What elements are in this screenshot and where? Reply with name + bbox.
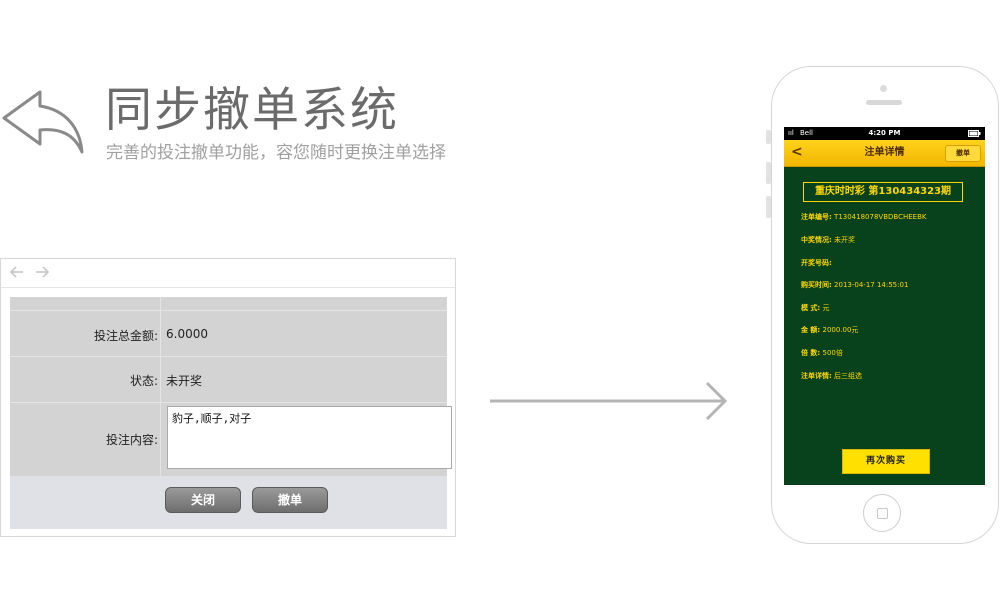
phone-mute-switch xyxy=(766,130,771,144)
detail-key: 金 额: xyxy=(801,326,821,334)
phone-camera xyxy=(880,85,887,92)
detail-key: 倍 数: xyxy=(801,349,821,357)
detail-value: 元 xyxy=(822,304,830,312)
status-value: 未开奖 xyxy=(166,374,203,388)
lottery-title: 重庆时时彩 第130434323期 xyxy=(803,182,963,202)
detail-row: 开奖号码: xyxy=(801,258,832,268)
phone-screen: ııl Bell 4:20 PM < 注单详情 撤单 重庆时时彩 第130434… xyxy=(784,127,985,485)
bet-content-textarea[interactable]: 豹子,顺子,对子 xyxy=(167,406,452,469)
form-row-amount: 投注总金额: 6.0000 xyxy=(10,310,447,357)
detail-key: 模 式: xyxy=(801,304,821,312)
home-button-square xyxy=(877,508,888,519)
browser-toolbar xyxy=(1,259,455,288)
detail-value: 未开奖 xyxy=(834,236,856,244)
browser-back-icon[interactable] xyxy=(9,265,25,279)
close-button[interactable]: 关闭 xyxy=(165,487,241,513)
detail-row: 中奖情况: 未开奖 xyxy=(801,235,855,245)
detail-value: 2013-04-17 14:55:01 xyxy=(834,281,909,289)
browser-window: 投注总金额: 6.0000 状态: 未开奖 投注内容: 豹子,顺子,对子 关闭 … xyxy=(0,258,456,537)
detail-value: 2000.00元 xyxy=(822,326,859,334)
detail-row: 注单详情: 后三组选 xyxy=(801,371,862,381)
detail-key: 注单详情: xyxy=(801,372,832,380)
content-label: 投注内容: xyxy=(105,433,158,447)
detail-row: 模 式: 元 xyxy=(801,303,829,313)
detail-key: 购买时间: xyxy=(801,281,832,289)
detail-row: 注单编号: T130418078VBDBCHEEBK xyxy=(801,212,926,222)
phone-volume-up xyxy=(766,162,771,184)
detail-row: 倍 数: 500倍 xyxy=(801,348,843,358)
page-subtitle: 完善的投注撤单功能，容您随时更换注单选择 xyxy=(106,143,446,163)
detail-key: 中奖情况: xyxy=(801,236,832,244)
right-arrow-icon xyxy=(490,381,728,421)
browser-forward-icon[interactable] xyxy=(34,265,50,279)
detail-row: 购买时间: 2013-04-17 14:55:01 xyxy=(801,280,908,290)
bet-detail-form: 投注总金额: 6.0000 状态: 未开奖 投注内容: 豹子,顺子,对子 关闭 … xyxy=(10,297,452,529)
detail-key: 开奖号码: xyxy=(801,259,832,267)
nav-cancel-button[interactable]: 撤单 xyxy=(945,145,981,162)
detail-value: T130418078VBDBCHEEBK xyxy=(834,213,927,221)
buy-again-button[interactable]: 再次购买 xyxy=(842,449,930,474)
nav-bar: < 注单详情 撤单 xyxy=(784,140,985,167)
detail-value: 500倍 xyxy=(822,349,843,357)
amount-value: 6.0000 xyxy=(166,327,208,341)
phone-speaker xyxy=(866,100,902,105)
status-label: 状态: xyxy=(129,374,158,388)
battery-icon xyxy=(968,130,981,137)
phone-volume-down xyxy=(766,196,771,218)
detail-row: 金 额: 2000.00元 xyxy=(801,325,858,335)
back-arrow-icon xyxy=(2,90,84,154)
status-bar: ııl Bell 4:20 PM xyxy=(784,127,985,140)
form-row-status: 状态: 未开奖 xyxy=(10,356,447,403)
page-title: 同步撤单系统 xyxy=(105,83,399,138)
amount-label: 投注总金额: xyxy=(93,329,158,343)
status-time: 4:20 PM xyxy=(868,129,901,137)
detail-key: 注单编号: xyxy=(801,213,832,221)
cancel-order-button[interactable]: 撤单 xyxy=(252,487,328,513)
detail-value: 后三组选 xyxy=(834,372,863,380)
